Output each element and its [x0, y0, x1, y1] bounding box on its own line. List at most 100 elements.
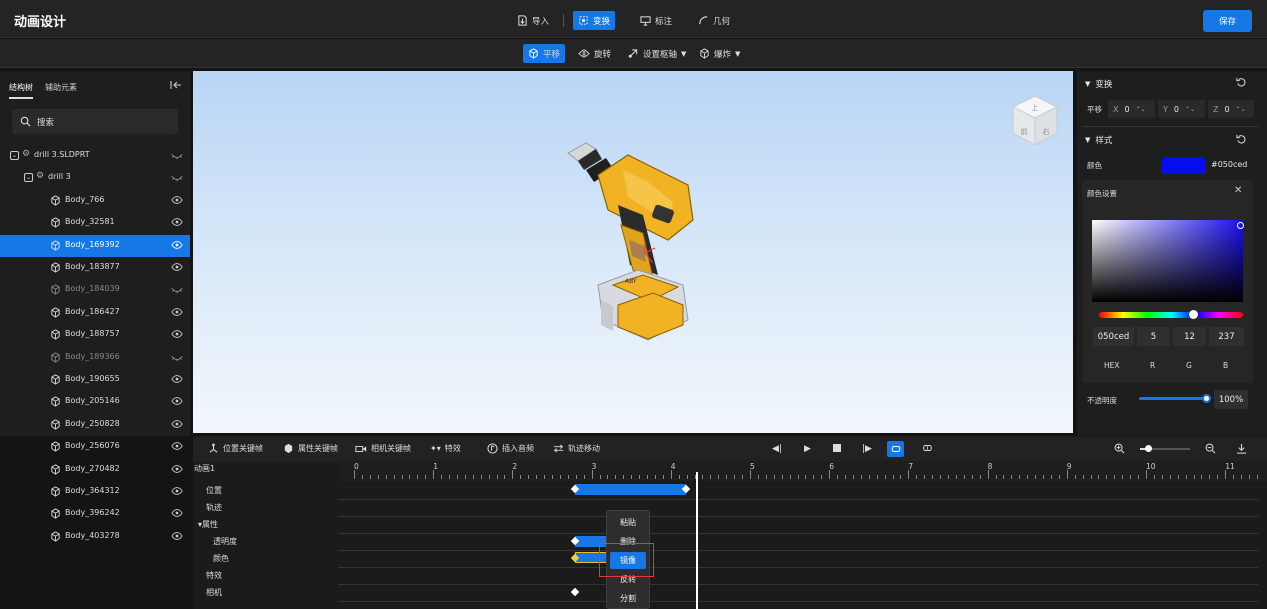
- tree-item[interactable]: Body_32581: [0, 212, 190, 234]
- annotate-button[interactable]: 标注: [635, 11, 677, 30]
- tab-helper-elements[interactable]: 辅助元素: [45, 82, 77, 93]
- eye-closed-icon[interactable]: [171, 284, 183, 294]
- path-move-button[interactable]: 轨迹移动: [553, 443, 600, 454]
- color-swatch[interactable]: [1162, 157, 1206, 174]
- tree-item[interactable]: Body_403278: [0, 526, 190, 548]
- time-ruler[interactable]: [338, 461, 1267, 481]
- 3d-viewport[interactable]: 上 前 右 ABY: [193, 71, 1073, 433]
- rotate-button[interactable]: 旋转: [573, 44, 616, 63]
- menu-item-split[interactable]: 分割: [606, 589, 650, 608]
- position-track-bar[interactable]: [575, 484, 686, 495]
- insert-audio-button[interactable]: 插入音频: [487, 443, 534, 454]
- red-input[interactable]: 5: [1137, 327, 1170, 346]
- menu-item-paste[interactable]: 粘贴: [606, 513, 650, 532]
- next-frame-icon[interactable]: |▶: [862, 444, 872, 454]
- move-button[interactable]: 平移: [523, 44, 566, 63]
- search-input[interactable]: 搜索: [12, 109, 178, 134]
- tree-item[interactable]: ⌄ ⚙ drill 3: [0, 167, 190, 189]
- opacity-input[interactable]: 100%: [1214, 390, 1248, 409]
- hue-slider[interactable]: [1099, 312, 1243, 318]
- tree-item[interactable]: Body_190655: [0, 369, 190, 391]
- hue-slider-handle[interactable]: [1189, 310, 1198, 319]
- tree-item[interactable]: Body_396242: [0, 503, 190, 525]
- tree-item[interactable]: Body_766: [0, 190, 190, 212]
- import-button[interactable]: 导入: [512, 11, 554, 30]
- tree-item[interactable]: Body_189366: [0, 347, 190, 369]
- eye-icon[interactable]: [171, 531, 183, 541]
- style-section-header[interactable]: ▼ 样式: [1085, 134, 1112, 146]
- position-keyframe-button[interactable]: 位置关键帧: [208, 443, 263, 454]
- eye-closed-icon[interactable]: [171, 150, 183, 160]
- tree-item[interactable]: Body_169392: [0, 234, 190, 257]
- play-icon[interactable]: ▶: [804, 444, 811, 454]
- opacity-slider[interactable]: [1139, 397, 1209, 400]
- eye-icon[interactable]: [171, 441, 183, 451]
- reset-style-icon[interactable]: [1236, 134, 1247, 145]
- part-icon: [51, 195, 60, 206]
- camera-keyframe-button[interactable]: 相机关键帧: [355, 443, 411, 454]
- geometry-button[interactable]: 几何: [693, 11, 735, 30]
- eye-closed-icon[interactable]: [171, 172, 183, 182]
- tree-item[interactable]: Body_188757: [0, 324, 190, 346]
- tree-item[interactable]: Body_256076: [0, 436, 190, 458]
- tree-item[interactable]: Body_205146: [0, 391, 190, 413]
- eye-icon[interactable]: [171, 464, 183, 474]
- tree-item[interactable]: ⌄ ⚙ drill 3.SLDPRT: [0, 145, 190, 167]
- set-pivot-dropdown[interactable]: 设置枢轴 ▼: [622, 44, 691, 63]
- annotate-icon: [640, 16, 651, 26]
- property-keyframe-button[interactable]: 属性关键帧: [283, 443, 338, 454]
- hex-input[interactable]: 050ced: [1093, 327, 1134, 346]
- track-label: 特效: [206, 571, 222, 580]
- opacity-slider-handle[interactable]: [1202, 394, 1211, 403]
- saturation-picker[interactable]: [1092, 220, 1243, 302]
- eye-icon[interactable]: [171, 508, 183, 518]
- transform-section-header[interactable]: ▼ 变换: [1085, 78, 1112, 90]
- eye-icon[interactable]: [171, 195, 183, 205]
- expand-toggle-icon[interactable]: ⌄: [24, 173, 33, 183]
- tree-item[interactable]: Body_184039: [0, 279, 190, 301]
- zoom-out-icon[interactable]: [1205, 443, 1216, 454]
- ruler-tick: [647, 475, 649, 479]
- reset-transform-icon[interactable]: [1236, 77, 1247, 88]
- zoom-slider-handle[interactable]: [1145, 445, 1152, 452]
- tree-item[interactable]: Body_186427: [0, 302, 190, 324]
- blue-label: B: [1223, 361, 1229, 370]
- tree-item[interactable]: Body_183877: [0, 257, 190, 279]
- loop-button[interactable]: [887, 441, 904, 457]
- y-position-input[interactable]: Y 0 ⌃⌄: [1158, 100, 1205, 118]
- explode-dropdown[interactable]: 爆炸 ▼: [694, 44, 745, 63]
- collapse-panel-icon[interactable]: [170, 80, 182, 90]
- eye-icon[interactable]: [171, 486, 183, 496]
- eye-icon[interactable]: [171, 419, 183, 429]
- view-cube-icon[interactable]: 上 前 右: [1009, 93, 1061, 149]
- blue-input[interactable]: 237: [1209, 327, 1244, 346]
- z-position-input[interactable]: Z 0 ⌃⌄: [1208, 100, 1254, 118]
- tree-item[interactable]: Body_364312: [0, 481, 190, 503]
- playhead[interactable]: [696, 472, 698, 609]
- transform-button[interactable]: 变换: [573, 11, 616, 30]
- eye-icon[interactable]: [171, 217, 183, 227]
- expand-toggle-icon[interactable]: ⌄: [10, 151, 19, 160]
- eye-closed-icon[interactable]: [171, 352, 183, 362]
- tree-item[interactable]: Body_250828: [0, 414, 190, 436]
- eye-icon[interactable]: [171, 329, 183, 339]
- color-picker-handle[interactable]: [1237, 222, 1244, 229]
- effects-dropdown[interactable]: ✦▾ 特效: [430, 443, 461, 454]
- x-position-input[interactable]: X 0 ⌃⌄: [1108, 100, 1155, 118]
- close-icon[interactable]: ✕: [1234, 185, 1242, 196]
- zoom-in-icon[interactable]: [1114, 443, 1125, 454]
- eye-icon[interactable]: [171, 240, 183, 250]
- previous-frame-icon[interactable]: ◀|: [772, 444, 782, 454]
- save-button[interactable]: 保存: [1203, 10, 1252, 32]
- eye-icon[interactable]: [171, 307, 183, 317]
- green-input[interactable]: 12: [1173, 327, 1206, 346]
- tree-item[interactable]: Body_270482: [0, 459, 190, 481]
- eye-icon[interactable]: [171, 262, 183, 272]
- tab-structure-tree[interactable]: 结构树: [9, 82, 33, 99]
- stop-icon[interactable]: [833, 444, 841, 452]
- eye-icon[interactable]: [171, 374, 183, 384]
- drill-model[interactable]: ABY: [563, 135, 713, 355]
- download-icon[interactable]: [1236, 443, 1247, 454]
- eye-icon[interactable]: [171, 396, 183, 406]
- pingpong-icon[interactable]: [922, 443, 933, 453]
